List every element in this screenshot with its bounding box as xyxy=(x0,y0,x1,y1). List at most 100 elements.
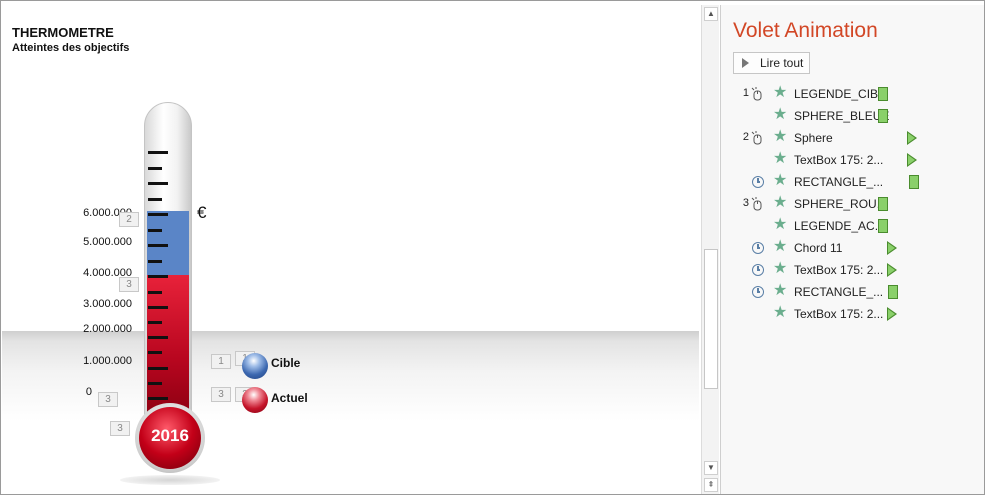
effect-star-icon: ★ xyxy=(773,172,788,189)
effect-star-icon: ★ xyxy=(773,238,788,255)
play-all-button[interactable]: Lire tout xyxy=(733,52,810,74)
animation-item[interactable]: ★ RECTANGLE_... xyxy=(721,281,984,303)
tick-mark xyxy=(148,182,168,185)
tick-mark xyxy=(148,321,162,324)
timing-bar[interactable] xyxy=(878,109,888,123)
timing-triangle[interactable] xyxy=(887,307,897,321)
animation-item[interactable]: 1 ★ LEGENDE_CIB... xyxy=(721,83,984,105)
play-all-label: Lire tout xyxy=(760,56,804,70)
animation-item[interactable]: ★ SPHERE_BLEUE xyxy=(721,105,984,127)
animation-item[interactable]: ★ Chord 11 xyxy=(721,237,984,259)
effect-star-icon: ★ xyxy=(773,84,788,101)
timing-triangle[interactable] xyxy=(887,263,897,277)
mouse-click-icon xyxy=(751,87,762,101)
tick-mark xyxy=(148,198,162,201)
timing-triangle[interactable] xyxy=(887,241,897,255)
effect-star-icon: ★ xyxy=(773,194,788,211)
animation-item-label: RECTANGLE_... xyxy=(794,285,884,299)
tick-mark xyxy=(148,382,162,385)
animation-item[interactable]: ★ TextBox 175: 2... xyxy=(721,303,984,325)
animation-order-tag[interactable]: 3 xyxy=(211,387,231,402)
animation-order-tag[interactable]: 3 xyxy=(110,421,130,436)
animation-item[interactable]: ★ RECTANGLE_... xyxy=(721,171,984,193)
animation-order-tag[interactable]: 2 xyxy=(119,212,139,227)
slide-title[interactable]: THERMOMETRE xyxy=(12,25,114,40)
scale-label[interactable]: 3.000.000 xyxy=(72,298,132,310)
tick-mark xyxy=(148,244,168,247)
tick-mark xyxy=(148,260,162,263)
clock-icon xyxy=(752,242,764,254)
clock-icon xyxy=(752,264,764,276)
tick-mark xyxy=(148,213,168,216)
tick-mark xyxy=(148,229,162,232)
effect-star-icon: ★ xyxy=(773,304,788,321)
pane-title: Volet Animation xyxy=(733,19,878,42)
animation-item-label: LEGENDE_CIB... xyxy=(794,87,889,101)
animation-item-label: TextBox 175: 2... xyxy=(794,263,884,277)
animation-item[interactable]: 2 ★ Sphere xyxy=(721,127,984,149)
scale-label[interactable]: 2.000.000 xyxy=(72,323,132,335)
scroll-down-button[interactable]: ▼ xyxy=(704,461,718,475)
tick-mark xyxy=(148,397,168,400)
slide-canvas[interactable]: THERMOMETRE Atteintes des objectifs 2016… xyxy=(2,5,699,494)
animation-order-number: 1 xyxy=(742,87,749,99)
effect-star-icon: ★ xyxy=(773,260,788,277)
effect-star-icon: ★ xyxy=(773,150,788,167)
animation-order-number: 3 xyxy=(742,197,749,209)
animation-item[interactable]: 3 ★ SPHERE_ROU... xyxy=(721,193,984,215)
tick-mark xyxy=(148,336,168,339)
year-label[interactable]: 2016 xyxy=(139,426,201,446)
tick-mark xyxy=(148,351,162,354)
animation-order-tag[interactable]: 1 xyxy=(211,354,231,369)
tick-mark xyxy=(148,291,162,294)
animation-item-label: RECTANGLE_... xyxy=(794,175,884,189)
animation-order-number: 2 xyxy=(742,131,749,143)
timing-triangle[interactable] xyxy=(907,131,917,145)
tick-mark xyxy=(148,306,168,309)
window: THERMOMETRE Atteintes des objectifs 2016… xyxy=(0,0,985,495)
scale-label[interactable]: 5.000.000 xyxy=(72,236,132,248)
animation-order-tag[interactable]: 3 xyxy=(119,277,139,292)
timing-bar[interactable] xyxy=(878,197,888,211)
animation-order-tag[interactable]: 3 xyxy=(98,392,118,407)
slide-vertical-scrollbar[interactable]: ▲ ▼ ⇞ xyxy=(701,5,719,494)
scale-label[interactable]: 0 xyxy=(32,386,92,398)
animation-item-label: Chord 11 xyxy=(794,241,843,255)
animation-item-label: SPHERE_BLEUE xyxy=(794,109,890,123)
clock-icon xyxy=(752,286,764,298)
actual-fill-rectangle[interactable] xyxy=(147,275,189,415)
tick-mark xyxy=(148,151,168,154)
animation-item[interactable]: ★ TextBox 175: 2... xyxy=(721,259,984,281)
currency-symbol[interactable]: € xyxy=(197,203,206,223)
slide-subtitle[interactable]: Atteintes des objectifs xyxy=(12,42,129,54)
tick-mark xyxy=(148,275,168,278)
animation-item-label: SPHERE_ROU... xyxy=(794,197,887,211)
animation-item[interactable]: ★ TextBox 175: 2... xyxy=(721,149,984,171)
scroll-up-button[interactable]: ▲ xyxy=(704,7,718,21)
animation-pane: Volet Animation Lire tout 1 ★ LEGENDE_CIB.… xyxy=(720,5,984,494)
target-legend-label[interactable]: Cible xyxy=(271,356,300,370)
timing-bar[interactable] xyxy=(878,87,888,101)
timing-bar[interactable] xyxy=(909,175,919,189)
tick-mark xyxy=(148,167,162,170)
tick-mark xyxy=(148,367,168,370)
target-fill-rectangle[interactable] xyxy=(147,211,189,275)
timing-triangle[interactable] xyxy=(907,153,917,167)
timing-bar[interactable] xyxy=(888,285,898,299)
mouse-click-icon xyxy=(751,131,762,145)
actual-legend-sphere[interactable] xyxy=(242,387,268,413)
effect-star-icon: ★ xyxy=(773,106,788,123)
target-legend-sphere[interactable] xyxy=(242,353,268,379)
effect-star-icon: ★ xyxy=(773,282,788,299)
mouse-click-icon xyxy=(751,197,762,211)
animation-item[interactable]: ★ LEGENDE_AC... xyxy=(721,215,984,237)
play-icon xyxy=(742,58,749,68)
scrollbar-thumb[interactable] xyxy=(704,249,718,389)
scale-label[interactable]: 1.000.000 xyxy=(72,355,132,367)
effect-star-icon: ★ xyxy=(773,128,788,145)
previous-slide-button[interactable]: ⇞ xyxy=(704,478,718,492)
actual-legend-label[interactable]: Actuel xyxy=(271,391,308,405)
timing-bar[interactable] xyxy=(878,219,888,233)
animation-item-label: TextBox 175: 2... xyxy=(794,153,884,167)
bulb-shadow xyxy=(120,475,220,485)
